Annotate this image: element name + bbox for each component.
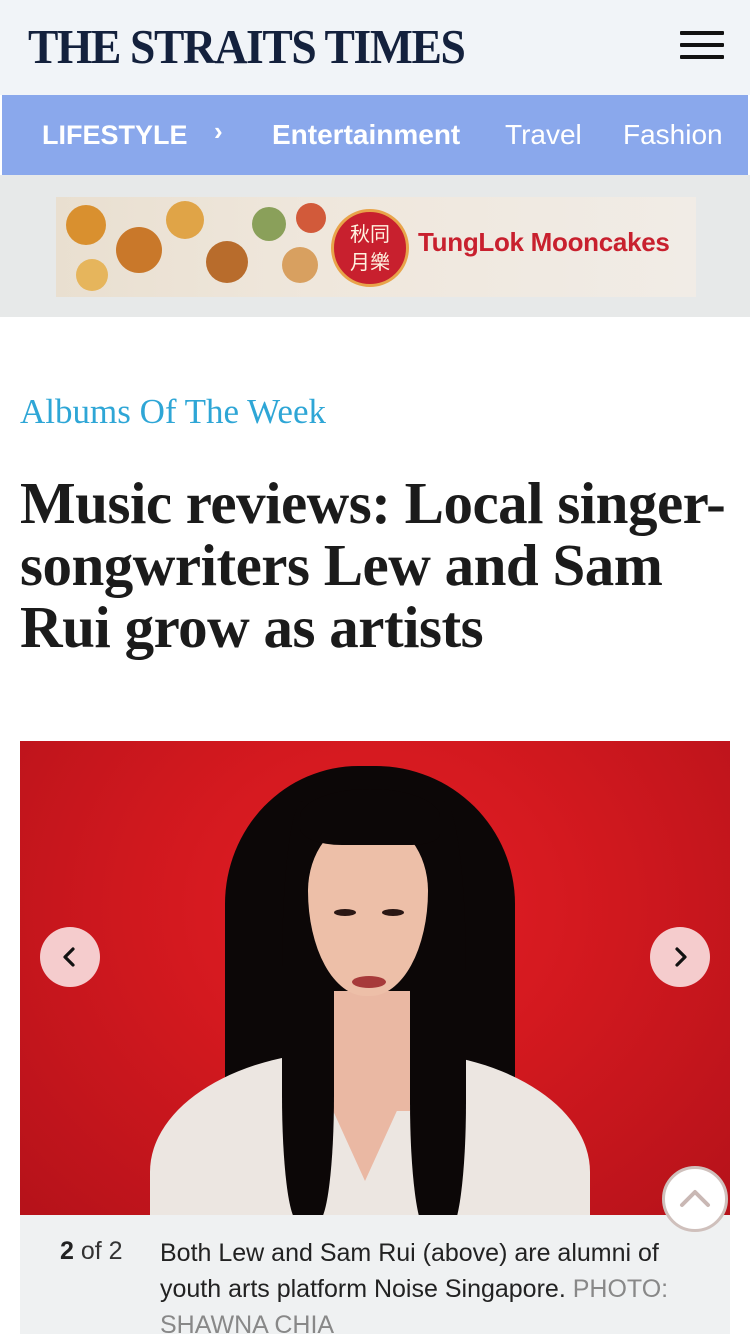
section-nav: LIFESTYLE › Entertainment Travel Fashion xyxy=(2,95,748,175)
gallery-caption-box: 2 of 2 Both Lew and Sam Rui (above) are … xyxy=(20,1215,730,1334)
article-headline: Music reviews: Local singer-songwriters … xyxy=(20,470,726,660)
mooncake-image xyxy=(296,203,326,233)
mooncake-image xyxy=(206,241,248,283)
nav-fashion[interactable]: Fashion xyxy=(623,95,723,175)
portrait-eye xyxy=(382,909,404,916)
photo-caption: Both Lew and Sam Rui (above) are alumni … xyxy=(160,1235,700,1334)
chevron-right-icon xyxy=(675,947,687,967)
mooncake-image xyxy=(252,207,286,241)
gallery-next-button[interactable] xyxy=(650,927,710,987)
ad-banner[interactable]: 秋同 月樂 TungLok Mooncakes xyxy=(56,197,696,297)
chevron-left-icon xyxy=(63,947,75,967)
site-logo[interactable]: THE STRAITS TIMES xyxy=(28,20,466,74)
mooncake-image xyxy=(66,205,106,245)
site-header: THE STRAITS TIMES xyxy=(0,0,750,95)
mooncake-image xyxy=(166,201,204,239)
gallery-photo xyxy=(20,741,730,1215)
chevron-up-icon xyxy=(680,1190,710,1207)
mooncake-image xyxy=(76,259,108,291)
gallery-current-index: 2 xyxy=(60,1237,74,1265)
scroll-to-top-button[interactable] xyxy=(662,1166,728,1232)
portrait-lips xyxy=(352,976,386,988)
menu-line xyxy=(680,31,724,35)
mooncake-image xyxy=(282,247,318,283)
gallery-counter: 2 of 2 xyxy=(60,1237,123,1266)
gallery-prev-button[interactable] xyxy=(40,927,100,987)
gallery-total: of 2 xyxy=(80,1237,123,1265)
menu-line xyxy=(680,55,724,59)
ad-container: 秋同 月樂 TungLok Mooncakes xyxy=(0,175,750,317)
chevron-right-icon: › xyxy=(214,116,223,146)
nav-travel[interactable]: Travel xyxy=(505,95,582,175)
hamburger-menu-icon[interactable] xyxy=(676,28,728,64)
nav-entertainment[interactable]: Entertainment xyxy=(272,95,460,175)
portrait-eye xyxy=(334,909,356,916)
article-kicker[interactable]: Albums Of The Week xyxy=(20,392,326,432)
mooncake-image xyxy=(116,227,162,273)
portrait-hair-top xyxy=(300,789,440,845)
menu-line xyxy=(680,43,724,47)
nav-lifestyle[interactable]: LIFESTYLE xyxy=(42,95,188,175)
tunglok-seal-logo: 秋同 月樂 xyxy=(331,209,409,287)
ad-brand-text: TungLok Mooncakes xyxy=(418,227,670,257)
